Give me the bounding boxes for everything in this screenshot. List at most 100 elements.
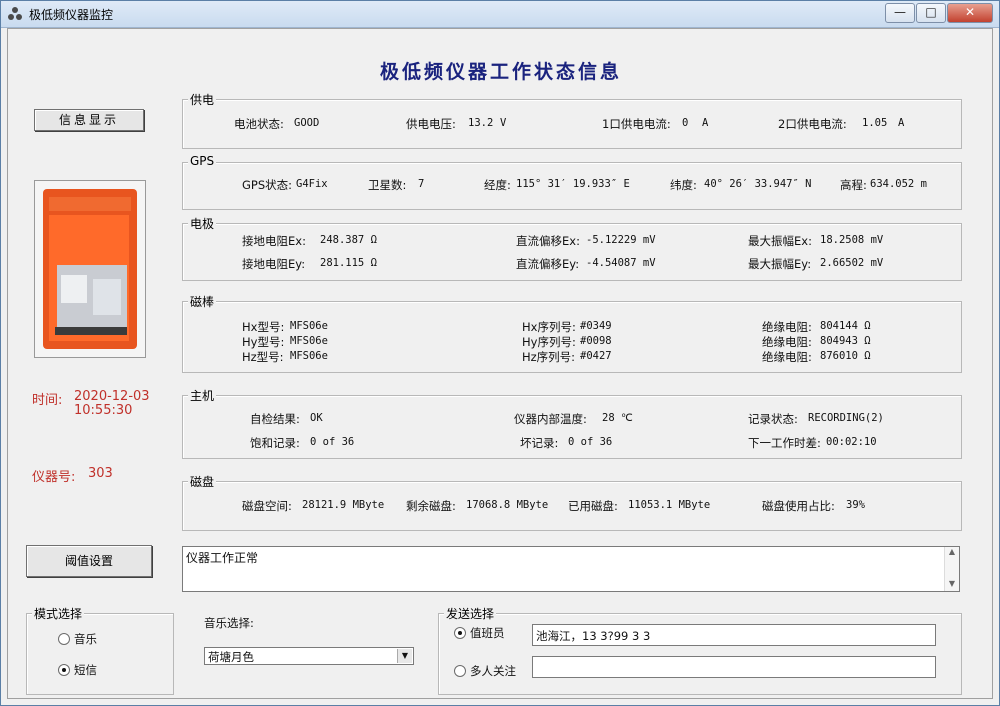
window-title: 极低频仪器监控	[29, 8, 114, 22]
multi-follow-radio[interactable]	[454, 665, 466, 677]
port2-current-value: 1.05	[862, 117, 888, 129]
mode-group-title: 模式选择	[32, 605, 85, 622]
bad-records-value: 0 of 36	[568, 436, 613, 448]
mode-group	[26, 613, 174, 695]
hy-model-value: MFS06e	[290, 335, 328, 347]
hx-model-value: MFS06e	[290, 320, 328, 332]
dc-offset-ex-label: 直流偏移Ex:	[516, 234, 580, 248]
app-window: 极低频仪器监控 — □ ✕ 极低频仪器工作状态信息 信息显示 时间: 2020-…	[0, 0, 1000, 706]
hy-serial-label: Hy序列号:	[522, 335, 576, 349]
disk-group-title: 磁盘	[188, 473, 217, 490]
dc-offset-ey-label: 直流偏移Ey:	[516, 257, 580, 271]
next-work-label: 下一工作时差:	[748, 436, 821, 450]
hy-serial-value: #0098	[580, 335, 612, 347]
time-value: 10:55:30	[74, 403, 133, 418]
ground-resistance-ex-label: 接地电阻Ex:	[242, 234, 306, 248]
port2-current-label: 2口供电电流:	[778, 117, 847, 131]
port1-current-unit: A	[702, 117, 709, 129]
max-amplitude-ex-value: 18.2508 mV	[820, 234, 884, 246]
instrument-label: 仪器号:	[32, 470, 76, 485]
instrument-photo	[34, 180, 146, 358]
scroll-down-icon[interactable]: ▼	[945, 579, 959, 589]
minimize-button[interactable]: —	[885, 3, 915, 23]
title-bar: 极低频仪器监控 — □ ✕	[1, 1, 999, 28]
disk-space-label: 磁盘空间:	[242, 499, 292, 513]
record-status-label: 记录状态:	[748, 412, 798, 426]
sms-radio-label: 短信	[74, 663, 97, 677]
duty-officer-label: 值班员	[470, 626, 505, 640]
hx-serial-value: #0349	[580, 320, 612, 332]
status-text: 仪器工作正常	[186, 551, 259, 565]
maximize-button[interactable]: □	[916, 3, 946, 23]
send-group-title: 发送选择	[444, 605, 497, 622]
close-button[interactable]: ✕	[947, 3, 993, 23]
instrument-id: 303	[88, 466, 113, 481]
info-display-button[interactable]: 信息显示	[34, 109, 144, 131]
music-radio-label: 音乐	[74, 632, 97, 646]
client-area: 极低频仪器工作状态信息 信息显示 时间: 2020-12-03 10:55:30…	[7, 28, 993, 699]
max-amplitude-ey-label: 最大振幅Ey:	[748, 257, 812, 271]
internal-temp-value: 28 ℃	[602, 412, 633, 424]
sms-radio[interactable]	[58, 664, 70, 676]
port1-current-value: 0	[682, 117, 689, 129]
hx-insulation-label: 绝缘电阻:	[762, 320, 812, 334]
multi-follow-input[interactable]	[532, 656, 936, 678]
altitude-label: 高程:	[840, 178, 867, 192]
hy-model-label: Hy型号:	[242, 335, 285, 349]
hy-insulation-label: 绝缘电阻:	[762, 335, 812, 349]
free-disk-value: 17068.8 MByte	[466, 499, 549, 511]
ground-resistance-ey-label: 接地电阻Ey:	[242, 257, 306, 271]
internal-temp-label: 仪器内部温度:	[514, 412, 587, 426]
host-group-title: 主机	[188, 387, 217, 404]
used-disk-label: 已用磁盘:	[568, 499, 618, 513]
hz-insulation-value: 876010 Ω	[820, 350, 871, 362]
self-test-value: OK	[310, 412, 323, 424]
gps-status-value: G4Fix	[296, 178, 328, 190]
dc-offset-ex-value: -5.12229 mV	[586, 234, 656, 246]
hy-insulation-value: 804943 Ω	[820, 335, 871, 347]
duty-officer-radio[interactable]	[454, 627, 466, 639]
altitude-value: 634.052 m	[870, 178, 927, 190]
page-title: 极低频仪器工作状态信息	[379, 61, 622, 83]
status-scrollbar[interactable]: ▲ ▼	[944, 547, 959, 591]
latitude-value: 40° 26′ 33.947″ N	[704, 178, 812, 190]
multi-follow-label: 多人关注	[470, 664, 516, 678]
time-label: 时间:	[32, 393, 63, 408]
disk-usage-label: 磁盘使用占比:	[762, 499, 835, 513]
duty-officer-value: 池海江，13 3?99 3 3	[536, 629, 651, 643]
dc-offset-ey-value: -4.54087 mV	[586, 257, 656, 269]
music-select-label: 音乐选择:	[204, 616, 254, 630]
status-textarea[interactable]: 仪器工作正常 ▲ ▼	[182, 546, 960, 592]
port1-current-label: 1口供电电流:	[602, 117, 671, 131]
satellites-value: 7	[418, 178, 425, 190]
scroll-up-icon[interactable]: ▲	[945, 547, 959, 557]
next-work-value: 00:02:10	[826, 436, 877, 448]
hz-serial-label: Hz序列号:	[522, 350, 576, 364]
satellites-label: 卫星数:	[368, 178, 407, 192]
gps-status-label: GPS状态:	[242, 178, 293, 192]
hz-serial-value: #0427	[580, 350, 612, 362]
magnetic-rod-group-title: 磁棒	[188, 293, 217, 310]
electrode-group-title: 电极	[188, 215, 217, 232]
ground-resistance-ey-value: 281.115 Ω	[320, 257, 377, 269]
threshold-settings-button[interactable]: 阈值设置	[26, 545, 152, 577]
longitude-label: 经度:	[484, 178, 511, 192]
voltage-label: 供电电压:	[406, 117, 456, 131]
max-amplitude-ey-value: 2.66502 mV	[820, 257, 884, 269]
instrument-image-icon	[35, 181, 145, 357]
hz-insulation-label: 绝缘电阻:	[762, 350, 812, 364]
gps-group-title: GPS	[188, 154, 217, 168]
port2-current-unit: A	[898, 117, 905, 129]
duty-officer-input[interactable]: 池海江，13 3?99 3 3	[532, 624, 936, 646]
record-status-value: RECORDING(2)	[808, 412, 884, 424]
hx-serial-label: Hx序列号:	[522, 320, 576, 334]
disk-usage-value: 39%	[846, 499, 865, 511]
self-test-label: 自检结果:	[250, 412, 300, 426]
saturated-records-value: 0 of 36	[310, 436, 355, 448]
hx-model-label: Hx型号:	[242, 320, 285, 334]
power-group-title: 供电	[188, 91, 217, 108]
music-select[interactable]: 荷塘月色 ▼	[204, 647, 414, 665]
disk-space-value: 28121.9 MByte	[302, 499, 385, 511]
chevron-down-icon[interactable]: ▼	[397, 649, 412, 663]
music-radio[interactable]	[58, 633, 70, 645]
